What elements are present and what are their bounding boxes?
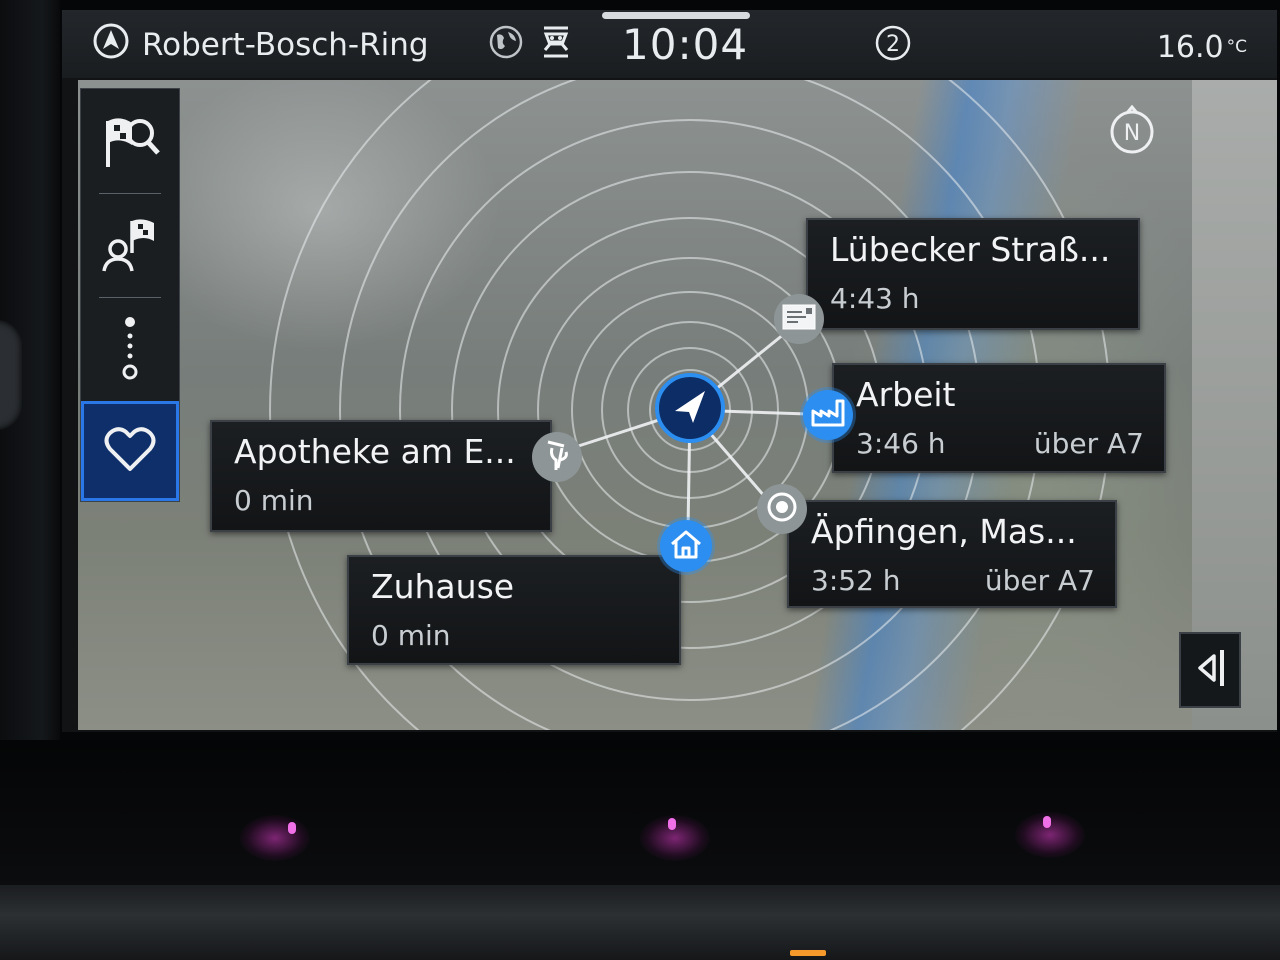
ambient-light-dot [288,822,296,834]
heart-icon [103,424,157,478]
pharmacy-icon [542,438,572,476]
compass-north-label: N [1124,121,1140,146]
temperature-unit: °C [1226,37,1247,57]
destination-time: 0 min [234,484,314,517]
home-icon [669,529,703,563]
message-icon [782,304,816,334]
destination-search-button[interactable] [81,89,179,193]
destination-time: 3:52 h [811,564,901,597]
destination-title: Apotheke am E... [234,432,516,471]
car-position-marker [655,373,725,443]
flag-search-icon [98,107,162,175]
sidebar-divider [99,193,161,194]
destination-card-zuhause[interactable]: Zuhause 0 min [347,555,681,665]
factory-icon [811,399,845,431]
destination-card-aepfingen[interactable]: Äpfingen, Mas... 3:52 h über A7 [787,500,1117,608]
destination-time: 0 min [371,619,451,652]
ambient-light-dot [668,818,676,830]
destination-route: über A7 [1033,427,1144,460]
pin-luebecker-strasse[interactable] [774,294,824,344]
person-flag-icon [98,213,162,281]
destination-card-apotheke[interactable]: Apotheke am E... 0 min [210,420,552,532]
destination-title: Lübecker Straß... [830,230,1111,269]
ambient-light-dot [1043,816,1051,828]
pin-arbeit[interactable] [803,390,853,440]
destination-title: Zuhause [371,567,515,606]
badge-count: 2 [886,32,900,57]
outside-temperature: 16.0 °C [1157,24,1247,70]
pin-aepfingen[interactable] [757,484,807,534]
control-knob [0,320,22,430]
compass-button[interactable]: N [1107,104,1157,155]
globe-icon [488,24,524,60]
destination-card-arbeit[interactable]: Arbeit 3:46 h über A7 [832,363,1166,473]
route-icon [115,314,145,388]
target-icon [765,490,799,528]
temperature-value: 16.0 [1156,29,1224,65]
dashboard-trim [0,885,1280,960]
infotainment-screen: Robert-Bosch-Ring 10:04 2 16.0 °C N Lübe… [62,10,1277,732]
destination-time: 3:46 h [856,427,946,460]
collapse-panel-button[interactable] [1179,632,1241,708]
nav-sidebar [80,88,180,502]
pin-apotheke[interactable] [532,432,582,482]
badge-number-icon[interactable]: 2 [874,24,912,62]
ambient-light [240,815,310,861]
destination-title: Arbeit [856,375,956,414]
sidebar-divider [99,297,161,298]
destination-title: Äpfingen, Mas... [811,512,1077,551]
pin-zuhause[interactable] [660,520,712,572]
street-name: Robert-Bosch-Ring [142,27,429,63]
navigation-arrow-icon [92,22,130,68]
clock: 10:04 [622,19,749,69]
current-street: Robert-Bosch-Ring [92,20,429,70]
favorites-button[interactable] [81,401,179,501]
destination-route: über A7 [984,564,1095,597]
traffic-icon [536,22,576,62]
contact-destination-button[interactable] [81,195,179,299]
destination-card-luebecker-strasse[interactable]: Lübecker Straß... 4:43 h [806,218,1140,330]
hazard-indicator [790,950,826,956]
route-stops-button[interactable] [81,299,179,403]
destination-time: 4:43 h [830,282,920,315]
collapse-arrow-icon [1192,646,1228,694]
status-bar: Robert-Bosch-Ring 10:04 2 16.0 °C [62,10,1277,78]
